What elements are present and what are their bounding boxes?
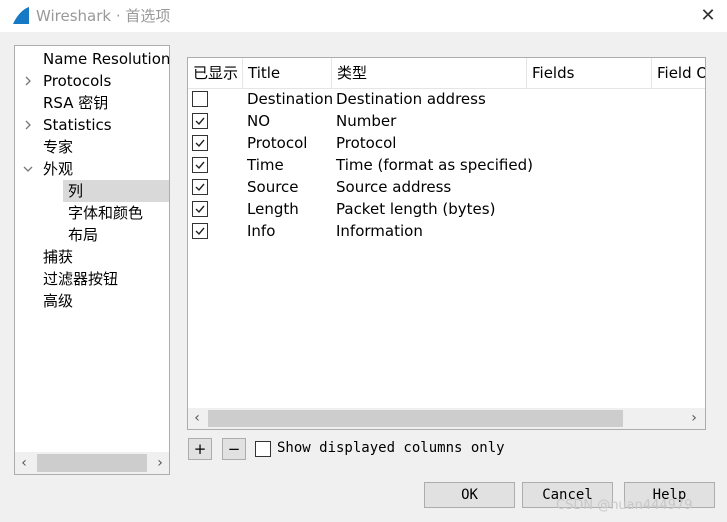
tree-item[interactable]: Statistics <box>15 114 169 136</box>
tree-item[interactable]: 字体和颜色 <box>63 202 169 224</box>
column-title-cell[interactable]: Destination <box>247 88 333 110</box>
tree-item-label: 专家 <box>43 138 74 156</box>
scroll-right-icon[interactable]: › <box>151 452 169 474</box>
scrollbar-thumb[interactable] <box>37 454 147 472</box>
window-title: Wireshark · 首选项 <box>36 7 171 25</box>
chevron-right-icon[interactable] <box>22 70 34 92</box>
shown-checkbox[interactable] <box>192 223 208 239</box>
tree-item-label: RSA 密钥 <box>43 94 109 112</box>
header-field-occurrence[interactable]: Field O <box>652 58 705 88</box>
tree-item[interactable]: Name Resolution <box>15 48 169 70</box>
shown-checkbox[interactable] <box>192 135 208 151</box>
table-row[interactable]: Time Time (format as specified) <box>188 154 705 176</box>
shown-checkbox[interactable] <box>192 157 208 173</box>
checkmark-icon <box>195 117 205 126</box>
preferences-tree: Name Resolution Protocols RSA 密钥 Statistics… <box>14 45 170 475</box>
tree-item-label: 布局 <box>68 226 99 244</box>
checkmark-icon <box>195 139 205 148</box>
title-bar: Wireshark · 首选项 ✕ <box>0 0 727 32</box>
column-title-cell[interactable]: Time <box>247 154 284 176</box>
tree-item[interactable]: RSA 密钥 <box>15 92 169 114</box>
table-row[interactable]: NO Number <box>188 110 705 132</box>
column-title-cell[interactable]: Length <box>247 198 299 220</box>
column-type-cell[interactable]: Packet length (bytes) <box>336 198 495 220</box>
show-displayed-only-checkbox[interactable] <box>255 441 271 457</box>
column-title-cell[interactable]: Source <box>247 176 299 198</box>
remove-column-button[interactable]: − <box>222 438 246 460</box>
shown-checkbox[interactable] <box>192 179 208 195</box>
tree-item-label: Statistics <box>43 116 112 134</box>
scroll-right-icon[interactable]: › <box>685 408 703 429</box>
column-type-cell[interactable]: Protocol <box>336 132 396 154</box>
table-row[interactable]: Info Information <box>188 220 705 242</box>
tree-item-label: 捕获 <box>43 248 74 266</box>
close-icon[interactable]: ✕ <box>697 5 719 27</box>
scroll-left-icon[interactable]: ‹ <box>188 408 206 429</box>
tree-item[interactable]: Protocols <box>15 70 169 92</box>
column-type-cell[interactable]: Destination address <box>336 88 486 110</box>
table-row[interactable]: Protocol Protocol <box>188 132 705 154</box>
chevron-right-icon[interactable] <box>22 114 34 136</box>
column-title-cell[interactable]: Info <box>247 220 275 242</box>
table-row[interactable]: Source Source address <box>188 176 705 198</box>
chevron-down-icon[interactable] <box>22 158 34 180</box>
tree-item-label: 过滤器按钮 <box>43 270 119 288</box>
shown-checkbox[interactable] <box>192 113 208 129</box>
column-type-cell[interactable]: Number <box>336 110 396 132</box>
tree-item[interactable]: 外观 <box>15 158 169 180</box>
show-displayed-only-label: Show displayed columns only <box>277 440 505 456</box>
column-title-cell[interactable]: NO <box>247 110 270 132</box>
tree-item-label: 高级 <box>43 292 74 310</box>
checkmark-icon <box>195 183 205 192</box>
tree-item[interactable]: 布局 <box>63 224 169 246</box>
add-column-button[interactable]: + <box>188 438 212 460</box>
tree-item-label: 列 <box>68 182 84 200</box>
watermark: CSDN @nuan444979 <box>556 498 693 513</box>
tree-item[interactable]: 过滤器按钮 <box>15 268 169 290</box>
ok-button[interactable]: OK <box>424 482 515 508</box>
column-type-cell[interactable]: Time (format as specified) <box>336 154 533 176</box>
table-header: 已显示 Title 类型 Fields Field O <box>188 58 705 89</box>
tree-item-label: Protocols <box>43 72 112 90</box>
tree-item[interactable]: 列 <box>63 180 169 202</box>
tree-item-label: 字体和颜色 <box>68 204 144 222</box>
tree-item[interactable]: 高级 <box>15 290 169 312</box>
tree-item-label: Name Resolution <box>43 50 170 68</box>
checkmark-icon <box>195 227 205 236</box>
tree-item-label: 外观 <box>43 160 74 178</box>
columns-table: 已显示 Title 类型 Fields Field O Destination D… <box>187 57 706 430</box>
tree-item[interactable]: 专家 <box>15 136 169 158</box>
column-type-cell[interactable]: Information <box>336 220 423 242</box>
column-title-cell[interactable]: Protocol <box>247 132 307 154</box>
shown-checkbox[interactable] <box>192 91 208 107</box>
checkmark-icon <box>195 161 205 170</box>
wireshark-fin-icon <box>13 7 29 24</box>
header-fields[interactable]: Fields <box>527 58 652 88</box>
header-title[interactable]: Title <box>243 58 332 88</box>
tree-item[interactable]: 捕获 <box>15 246 169 268</box>
table-row[interactable]: Length Packet length (bytes) <box>188 198 705 220</box>
column-type-cell[interactable]: Source address <box>336 176 451 198</box>
header-type[interactable]: 类型 <box>332 58 527 88</box>
shown-checkbox[interactable] <box>192 201 208 217</box>
scrollbar-thumb[interactable] <box>208 410 623 427</box>
header-shown[interactable]: 已显示 <box>188 58 243 88</box>
table-row[interactable]: Destination Destination address <box>188 88 705 110</box>
checkmark-icon <box>195 205 205 214</box>
tree-horizontal-scrollbar[interactable]: ‹ › <box>15 452 169 474</box>
scroll-left-icon[interactable]: ‹ <box>15 452 33 474</box>
table-horizontal-scrollbar[interactable]: ‹ › <box>188 408 705 429</box>
